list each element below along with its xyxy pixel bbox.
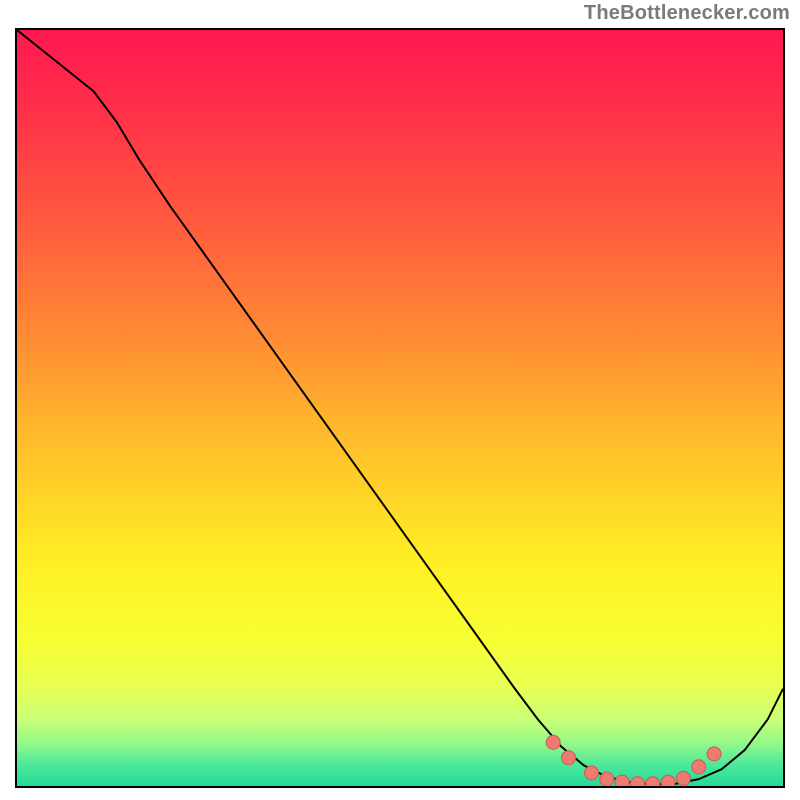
attribution-text: TheBottlenecker.com	[584, 2, 790, 25]
curve-marker	[646, 777, 660, 788]
plot-area	[15, 28, 785, 788]
bottleneck-curve	[17, 30, 783, 785]
curve-marker	[630, 777, 644, 788]
curve-marker	[692, 760, 706, 774]
curve-layer	[17, 30, 783, 788]
curve-marker	[661, 775, 675, 788]
curve-marker	[562, 751, 576, 765]
curve-marker	[600, 772, 614, 786]
curve-marker	[707, 747, 721, 761]
chart-container: TheBottlenecker.com	[0, 0, 800, 800]
curve-marker	[585, 766, 599, 780]
curve-marker	[676, 771, 690, 785]
curve-marker	[615, 775, 629, 788]
curve-marker	[546, 735, 560, 749]
